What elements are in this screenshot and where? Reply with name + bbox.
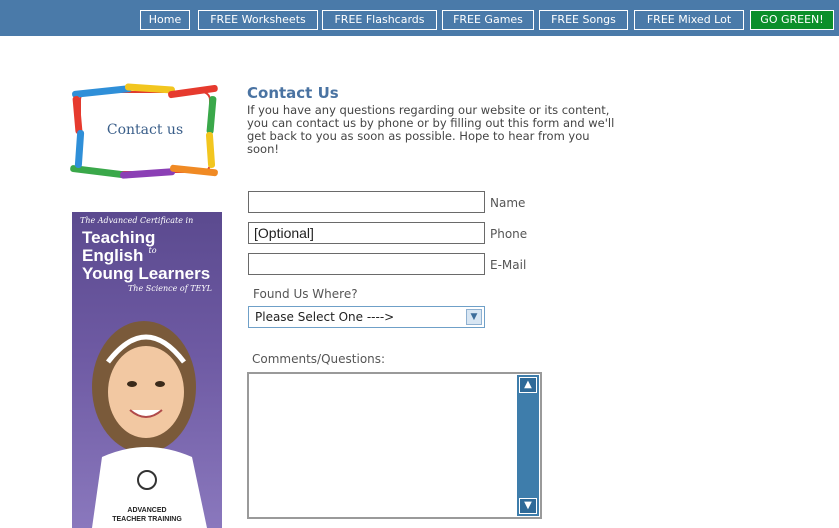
found-us-where-label: Found Us Where? [253,287,358,301]
girl-photo-illustration [92,321,207,528]
comments-textarea[interactable]: ▲ ▼ [247,372,542,519]
ad-brand-line1: ADVANCED [127,507,167,514]
contact-us-logo-text: Contact us [106,122,184,138]
page-title: Contact Us [247,84,339,102]
name-label: Name [490,196,526,210]
email-input[interactable] [248,253,485,275]
scroll-up-arrow-icon[interactable]: ▲ [519,377,537,393]
ad-brand-line2: TEACHER TRAINING [112,516,182,523]
phone-label: Phone [490,227,528,241]
found-us-where-select[interactable]: Please Select One ----> ▼ [248,306,485,328]
nav-go-green-link[interactable]: GO GREEN! [750,10,834,30]
nav-free-mixed-lot-link[interactable]: FREE Mixed Lot [634,10,744,30]
nav-free-songs-link[interactable]: FREE Songs [539,10,628,30]
nav-free-worksheets-link[interactable]: FREE Worksheets [198,10,318,30]
contact-us-crayon-logo: Contact us [70,82,220,182]
comments-label: Comments/Questions: [252,352,386,366]
intro-paragraph: If you have any questions regarding our … [247,103,615,156]
found-us-selected-value: Please Select One ----> [255,310,395,324]
phone-input[interactable] [248,222,485,244]
name-input[interactable] [248,191,485,213]
nav-free-flashcards-link[interactable]: FREE Flashcards [322,10,437,30]
top-navigation-bar: Home FREE Worksheets FREE Flashcards FRE… [0,0,839,36]
teyl-advertisement-banner[interactable]: The Advanced Certificate in Teaching Eng… [72,212,222,528]
chevron-down-icon[interactable]: ▼ [466,309,482,325]
comments-scrollbar[interactable]: ▲ ▼ [517,375,539,516]
email-label: E-Mail [490,258,527,272]
nav-home-link[interactable]: Home [140,10,190,30]
nav-free-games-link[interactable]: FREE Games [442,10,534,30]
scroll-down-arrow-icon[interactable]: ▼ [519,498,537,514]
